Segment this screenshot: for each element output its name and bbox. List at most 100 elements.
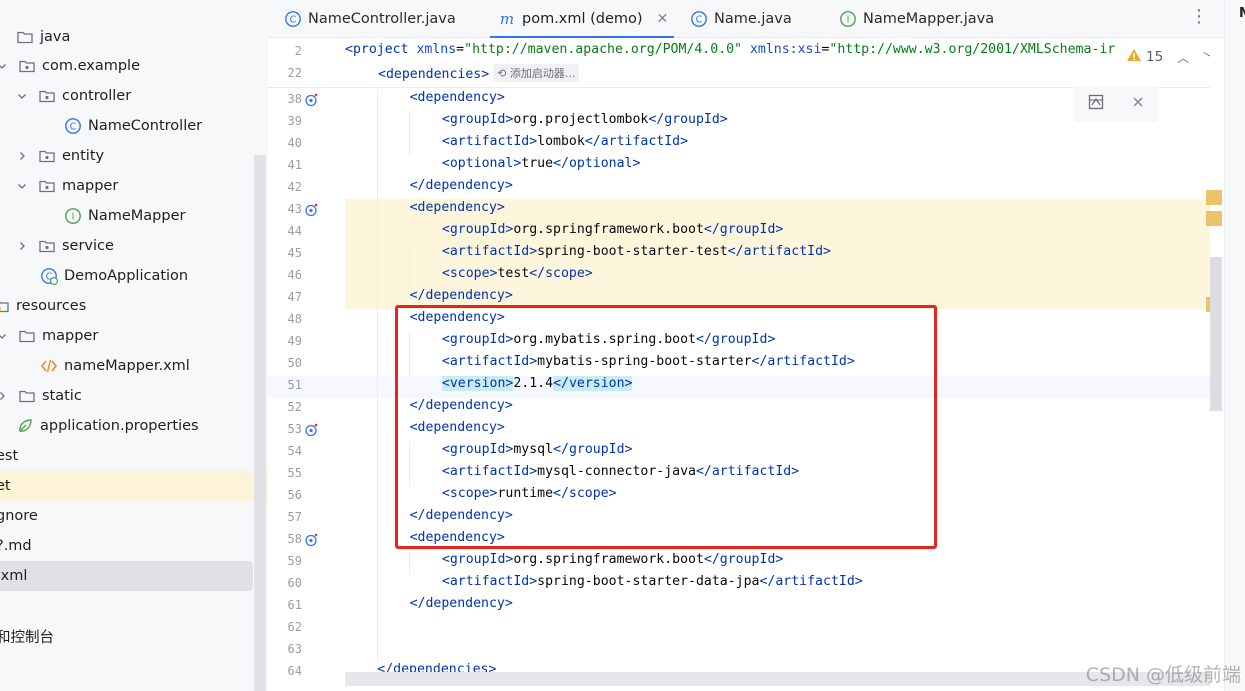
code-line[interactable]: <groupId>org.springframework.boot</group…	[442, 552, 783, 567]
tab-label: NameMapper.java	[863, 11, 995, 27]
chevron-down-icon[interactable]	[16, 90, 28, 102]
tree-item-label: nameMapper.xml	[64, 358, 190, 374]
indent-guide	[409, 552, 410, 574]
line-number: 52	[287, 400, 302, 414]
interface-icon: I	[64, 207, 82, 225]
svg-text:C: C	[290, 15, 297, 26]
dependency-gutter-icon[interactable]	[304, 422, 320, 438]
tab-pom-xml[interactable]: m pom.xml (demo) ✕	[489, 0, 675, 38]
floating-toolbar	[1074, 86, 1158, 122]
line-number: 59	[287, 554, 302, 568]
horizontal-scrollbar[interactable]	[345, 672, 1210, 686]
tree-item[interactable]: C DemoApplication	[0, 261, 254, 291]
dependency-gutter-icon[interactable]	[304, 202, 320, 218]
folder-icon	[16, 28, 34, 46]
line-number: 55	[287, 466, 302, 480]
chevron-right-icon[interactable]	[16, 150, 28, 162]
project-tree: java com.example controller C NameController…	[0, 0, 268, 691]
tree-item[interactable]: I NameMapper	[0, 201, 254, 231]
more-tabs-icon[interactable]: ⋮	[1190, 6, 1208, 27]
class-icon: C	[284, 10, 302, 28]
chevron-down-icon[interactable]	[16, 180, 28, 192]
code-editor[interactable]: 38 <dependency> 39 <groupId>org.projectlomb…	[268, 39, 1224, 691]
error-stripe-mark[interactable]	[1206, 190, 1222, 205]
chevron-right-icon[interactable]	[16, 240, 28, 252]
tree-item-label: com.example	[42, 58, 140, 74]
tree-item[interactable]: com.example	[0, 51, 254, 81]
line-number: 51	[287, 378, 302, 392]
code-line[interactable]: <dependency>	[410, 90, 505, 105]
tree-item[interactable]: nameMapper.xml	[0, 351, 254, 381]
code-line[interactable]: <groupId>org.projectlombok</groupId>	[442, 112, 728, 127]
tree-item[interactable]: java	[0, 22, 254, 52]
line-number: 41	[287, 158, 302, 172]
line-number: 49	[287, 334, 302, 348]
code-line[interactable]: </dependency>	[410, 596, 513, 611]
code-line[interactable]: <artifactId>lombok</artifactId>	[442, 134, 688, 149]
tree-item[interactable]: service	[0, 231, 254, 261]
chevron-down-icon[interactable]	[0, 330, 8, 342]
warning-icon	[1126, 48, 1142, 66]
tree-item-label: est	[0, 448, 19, 464]
close-icon[interactable]	[1132, 96, 1144, 112]
scrollbar-thumb[interactable]	[1210, 257, 1222, 411]
code-line[interactable]: <optional>true</optional>	[442, 156, 641, 171]
line-number: 45	[287, 246, 302, 260]
inspection-widget[interactable]: 15 ︿ ﹀	[1126, 48, 1216, 66]
line-number: 64	[287, 664, 302, 678]
add-starter-icon: ⟲	[497, 67, 507, 80]
tree-item-label: controller	[62, 88, 132, 104]
tree-item-label: ?.md	[0, 538, 32, 554]
indent-guide	[377, 90, 378, 662]
tree-item[interactable]: gnore	[0, 501, 254, 531]
code-line[interactable]: </dependency>	[410, 178, 513, 193]
tree-item-label: mapper	[62, 178, 119, 194]
chevron-up-icon[interactable]: ︿	[1177, 49, 1189, 66]
tree-item[interactable]: ?.md	[0, 531, 254, 561]
tree-item[interactable]: resources	[0, 291, 254, 321]
tab-name-controller[interactable]: C NameController.java	[284, 0, 456, 38]
tree-scrollbar[interactable]	[254, 155, 266, 691]
chevron-down-icon[interactable]	[0, 60, 8, 72]
svg-text:C: C	[70, 122, 77, 133]
tree-item[interactable]: static	[0, 381, 254, 411]
error-stripe-mark[interactable]	[1206, 211, 1222, 226]
tree-item[interactable]: controller	[0, 81, 254, 111]
tree-item[interactable]: application.properties	[0, 411, 254, 441]
tree-item[interactable]: entity	[0, 141, 254, 171]
line-number: 57	[287, 510, 302, 524]
code-line[interactable]: <artifactId>spring-boot-starter-test</ar…	[442, 244, 831, 259]
sticky-project-line[interactable]: <project xmlns="http://maven.apache.org/…	[345, 42, 1115, 57]
dependency-gutter-icon[interactable]	[304, 532, 320, 548]
tree-item[interactable]: est	[0, 441, 254, 471]
maven-tool-button[interactable]: M	[1239, 6, 1245, 21]
code-line[interactable]: <scope>test</scope>	[442, 266, 593, 281]
sticky-dependencies-line[interactable]: <dependencies> ⟲ 添加启动器...	[378, 64, 580, 82]
tree-item-label: service	[62, 238, 114, 254]
tree-item-label: .xml	[0, 568, 28, 584]
close-icon[interactable]: ✕	[657, 11, 669, 27]
code-line[interactable]: </dependency>	[410, 288, 513, 303]
tree-item[interactable]: 和控制台	[0, 621, 254, 651]
class-icon: C	[690, 10, 708, 28]
add-starter-hint[interactable]: ⟲ 添加启动器...	[493, 64, 580, 82]
tab-name-java[interactable]: C Name.java	[690, 0, 792, 38]
package-icon	[18, 57, 36, 75]
tree-item-label: gnore	[0, 508, 38, 524]
tree-item[interactable]: mapper	[0, 171, 254, 201]
tree-item[interactable]: .xml	[0, 561, 253, 591]
code-line[interactable]: <dependency>	[410, 200, 505, 215]
dependency-gutter-icon[interactable]	[304, 92, 320, 108]
code-line[interactable]: <artifactId>spring-boot-starter-data-jpa…	[442, 574, 863, 589]
tree-item[interactable]: C NameController	[0, 111, 254, 141]
chevron-right-icon[interactable]	[0, 390, 8, 402]
svg-text:m: m	[500, 10, 514, 28]
tree-item[interactable]: et	[0, 471, 268, 501]
tree-item[interactable]: mapper	[0, 321, 254, 351]
line-number: 61	[287, 598, 302, 612]
svg-text:C: C	[696, 15, 703, 26]
code-line[interactable]: <groupId>org.springframework.boot</group…	[442, 222, 783, 237]
spring-properties-icon	[16, 417, 34, 435]
tab-name-mapper[interactable]: I NameMapper.java	[839, 0, 994, 38]
reload-maven-icon[interactable]	[1088, 94, 1104, 114]
